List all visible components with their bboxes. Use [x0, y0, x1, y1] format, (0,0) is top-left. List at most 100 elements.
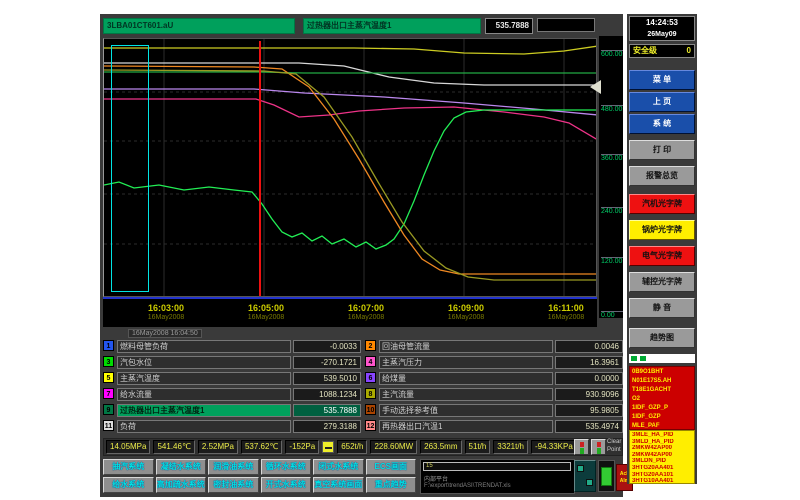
- zoom-selection-box[interactable]: [111, 45, 149, 292]
- trace-给煤量: [104, 72, 597, 73]
- trace-label: 主蒸汽温度: [117, 372, 291, 385]
- alarm-tag[interactable]: 3MLDN_PID: [632, 458, 692, 465]
- nav-button-凝结水系统[interactable]: 凝结水系统: [156, 459, 207, 475]
- scale-label: 600.00: [601, 50, 623, 58]
- nav-button-循环水系统[interactable]: 循环水系统: [261, 459, 312, 475]
- alarm-list-yellow[interactable]: 3MLE_HA_PID3MLD_HA_PID2MKW42AP002MKW42AP…: [629, 430, 695, 484]
- status-value: 3321t/h: [493, 440, 528, 454]
- trace-label: 给煤量: [379, 372, 553, 385]
- status-value: 541.46℃: [153, 440, 194, 454]
- alarm-tag[interactable]: 1IDF_GZP: [632, 413, 692, 422]
- trace-tag-field[interactable]: 3LBA01CT601.aU: [103, 18, 295, 34]
- header-aux-box[interactable]: [537, 18, 595, 32]
- alarm-tag[interactable]: 0B9O1BHT: [632, 368, 692, 377]
- trace-color-key: 4: [365, 356, 376, 367]
- status-value: -94.33KPa: [531, 440, 577, 454]
- trace-过热器出口主蒸汽温度1: [104, 110, 597, 249]
- scale-label: 240.00: [601, 207, 623, 215]
- trace-value: 16.3961: [555, 356, 623, 369]
- sidebar-button-菜单[interactable]: 菜 单: [629, 70, 695, 90]
- alarm-tag[interactable]: 3MLE_HA_PID: [632, 432, 692, 439]
- sidebar-button-汽机光字牌[interactable]: 汽机光字牌: [629, 194, 695, 214]
- trend-plot-area[interactable]: [103, 38, 597, 297]
- sidebar-button-静音[interactable]: 静 音: [629, 298, 695, 318]
- trace-label: 主汽流量: [379, 388, 553, 401]
- pen-toggle-1[interactable]: [574, 439, 589, 455]
- screen: 3LBA01CT601.aU 过热器出口主蒸汽温度1 535.7888 600.…: [0, 0, 800, 500]
- nav-button-ECS画面[interactable]: ECS画面: [366, 459, 417, 475]
- sidebar-button-辅控光字牌[interactable]: 辅控光字牌: [629, 272, 695, 292]
- trace-title-field[interactable]: 过热器出口主蒸汽温度1: [303, 18, 481, 34]
- nav-button-给水系统[interactable]: 给水系统: [103, 477, 154, 493]
- clear-point-label: ClearPoint: [607, 438, 621, 454]
- network-icon[interactable]: [574, 460, 596, 492]
- clock-time: 14:24:53: [630, 17, 694, 29]
- trace-row-11[interactable]: 11负荷279.3188: [103, 420, 363, 433]
- nav-button-闭式水系统[interactable]: 闭式水系统: [313, 459, 364, 475]
- cursor-timestamp: 16May2008 16:04:50: [128, 329, 202, 338]
- time-cursor-line[interactable]: [259, 41, 261, 296]
- trace-label: 再热器出口汽温1: [379, 420, 553, 433]
- sidebar-button-报警总览[interactable]: 报警总览: [629, 166, 695, 186]
- alarm-tag[interactable]: 3MLD_HA_PID: [632, 439, 692, 446]
- trace-row-8[interactable]: 8主汽流量930.9096: [365, 388, 625, 401]
- sidebar-button-趋势图[interactable]: 趋势图: [629, 328, 695, 348]
- alarm-tag[interactable]: N01E17S5.AH: [632, 377, 692, 386]
- time-axis-line: [103, 297, 597, 299]
- alarm-tag[interactable]: 3HTG20AA401: [632, 465, 692, 472]
- scale-marker-icon[interactable]: [590, 80, 601, 94]
- trace-color-key: 12: [365, 420, 376, 431]
- alarm-tag[interactable]: 2MKW42AP00: [632, 452, 692, 459]
- nav-button-高加疏水系统[interactable]: 高加疏水系统: [156, 477, 207, 493]
- scale-label: 480.00: [601, 105, 623, 113]
- alarm-list-red[interactable]: 0B9O1BHTN01E17S5.AHT18E1GACHTO21IDF_GZP_…: [629, 366, 695, 430]
- trace-color-key: 3: [103, 356, 114, 367]
- sidebar-button-锅炉光字牌[interactable]: 锅炉光字牌: [629, 220, 695, 240]
- nav-button-真空系统画面[interactable]: 真空系统画面: [313, 477, 364, 493]
- alarm-tag[interactable]: 3HTG10AA401: [632, 478, 692, 484]
- time-tick: 16:11:00: [531, 303, 601, 313]
- alarm-tag[interactable]: O2: [632, 395, 692, 404]
- nav-button-密封油系统[interactable]: 密封油系统: [208, 477, 259, 493]
- time-tick: 16:09:00: [431, 303, 501, 313]
- export-path: F:\export\trendASI\TRENDAT.xls: [424, 483, 511, 489]
- console-input[interactable]: 15: [423, 462, 571, 471]
- trace-row-6[interactable]: 6给煤量0.0000: [365, 372, 625, 385]
- trace-row-5[interactable]: 5主蒸汽温度539.5010: [103, 372, 363, 385]
- nav-button-润滑油系统[interactable]: 润滑油系统: [208, 459, 259, 475]
- console-panel: 15 内部平台 F:\export\trendASI\TRENDAT.xls: [420, 459, 575, 494]
- trace-color-key: 7: [103, 388, 114, 399]
- status-bar: 14.05MPa541.46℃2.52MPa537.62℃-152Pa652t/…: [103, 438, 623, 456]
- sidebar-button-系统[interactable]: 系 统: [629, 114, 695, 134]
- trace-color-key: 1: [103, 340, 114, 351]
- trace-row-7[interactable]: 7给水流量1088.1234: [103, 388, 363, 401]
- trace-row-3[interactable]: 3汽包水位-270.1721: [103, 356, 363, 369]
- sidebar-button-电气光字牌[interactable]: 电气光字牌: [629, 246, 695, 266]
- trace-row-1[interactable]: 1燃料母管负荷-0.0033: [103, 340, 363, 353]
- trace-row-12[interactable]: 12再热器出口汽温1535.4974: [365, 420, 625, 433]
- screen-grid-icon[interactable]: [598, 460, 615, 492]
- sidebar-button-上页[interactable]: 上 页: [629, 92, 695, 112]
- trace-color-key: 11: [103, 420, 114, 431]
- pen-toggle-2[interactable]: [591, 439, 606, 455]
- alarm-tag[interactable]: MLE_PAF: [632, 422, 692, 430]
- alarm-tag[interactable]: 3HTG20AA101: [632, 472, 692, 479]
- trace-row-4[interactable]: 4主蒸汽压力16.3961: [365, 356, 625, 369]
- sidebar-button-打印[interactable]: 打 印: [629, 140, 695, 160]
- trace-row-2[interactable]: 2回油母管流量0.0046: [365, 340, 625, 353]
- nav-button-重点趋势[interactable]: 重点趋势: [366, 477, 417, 493]
- nav-button-开式水系统[interactable]: 开式水系统: [261, 477, 312, 493]
- time-tick: 16:03:00: [131, 303, 201, 313]
- alarm-tag[interactable]: 2MKW42AP00: [632, 445, 692, 452]
- trace-label: 主蒸汽压力: [379, 356, 553, 369]
- alarm-tag[interactable]: T18E1GACHT: [632, 386, 692, 395]
- trace-value: 535.4974: [555, 420, 623, 433]
- scale-label: 120.00: [601, 257, 623, 265]
- trace-value: 0.0000: [555, 372, 623, 385]
- time-tick: 16:07:00: [331, 303, 401, 313]
- trace-row-10[interactable]: 10手动选择参考值95.9805: [365, 404, 625, 417]
- trace-label: 燃料母管负荷: [117, 340, 291, 353]
- alarm-tag[interactable]: 1IDF_GZP_P: [632, 404, 692, 413]
- nav-button-抽汽系统[interactable]: 抽汽系统: [103, 459, 154, 475]
- trace-row-9[interactable]: 9过热器出口主蒸汽温度1535.7888: [103, 404, 363, 417]
